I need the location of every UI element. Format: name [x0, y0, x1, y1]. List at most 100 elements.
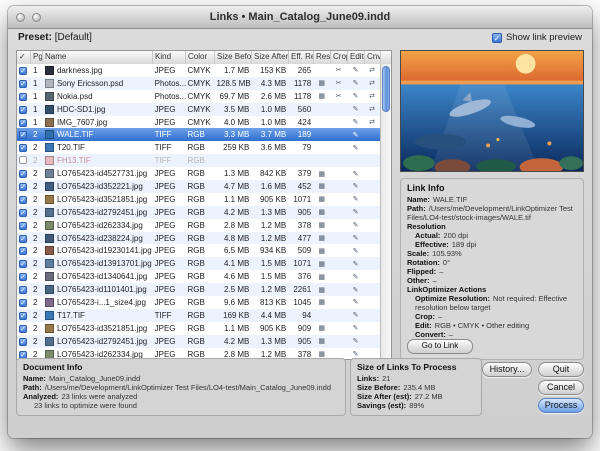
row-size-after: 1.5 MB	[251, 272, 288, 281]
row-checkbox[interactable]: ✓	[17, 92, 31, 101]
row-kind: JPEG	[153, 298, 186, 307]
show-link-preview-checkbox[interactable]: ✓	[492, 33, 502, 43]
row-checkbox[interactable]: ✓	[17, 337, 31, 346]
row-checkbox[interactable]: ✓	[17, 105, 31, 114]
close-button[interactable]	[16, 13, 25, 22]
table-row[interactable]: ✓2LO765423-id3521851.jpgJPEGRGB1.1 MB905…	[17, 322, 380, 335]
row-checkbox[interactable]: ✓	[17, 246, 31, 255]
row-size-after: 905 KB	[251, 324, 288, 333]
header-check[interactable]: ✓	[17, 51, 31, 64]
info-line: Optimize Resolution:Not required: Effect…	[407, 294, 577, 312]
header-color[interactable]: Color	[186, 51, 215, 64]
row-checkbox[interactable]: ✓	[17, 298, 31, 307]
row-checkbox[interactable]: ✓	[17, 143, 31, 152]
res-icon: ▦	[313, 324, 330, 332]
table-row[interactable]: ✓1IMG_7607.jpgJPEGCMYK4.0 MB1.0 MB424✎⇄	[17, 116, 380, 129]
row-size-before: 4.2 MB	[214, 208, 251, 217]
process-button[interactable]: Process	[538, 398, 584, 413]
row-checkbox[interactable]: ✓	[17, 272, 31, 281]
table-row[interactable]: ✓2LO765423-id1101401.jpgJPEGRGB2.5 MB1.2…	[17, 283, 380, 296]
row-checkbox[interactable]: ✓	[17, 130, 31, 139]
row-checkbox[interactable]: ✓	[17, 195, 31, 204]
row-checkbox[interactable]	[17, 156, 31, 166]
table-row[interactable]: ✓1Nokia.psdPhotos...CMYK69.7 MB2.6 MB117…	[17, 90, 380, 103]
row-checkbox[interactable]: ✓	[17, 285, 31, 294]
row-checkbox[interactable]: ✓	[17, 234, 31, 243]
row-checkbox[interactable]: ✓	[17, 118, 31, 127]
file-thumbnail-icon	[45, 337, 54, 346]
header-kind[interactable]: Kind	[153, 51, 186, 64]
minimize-button[interactable]	[32, 13, 41, 22]
table-row[interactable]: ✓2LO765423-id13913701.jpgJPEGRGB4.1 MB1.…	[17, 257, 380, 270]
header-edit[interactable]: Edit	[348, 51, 365, 64]
header-eff-res[interactable]: Eff. Res	[289, 51, 314, 64]
table-row[interactable]: ✓2LO765423-id2792451.jpgJPEGRGB4.2 MB1.3…	[17, 206, 380, 219]
edit-icon: ✎	[347, 92, 364, 100]
row-checkbox[interactable]: ✓	[17, 208, 31, 217]
row-checkbox[interactable]: ✓	[17, 169, 31, 178]
table-row[interactable]: ✓2LO765423-id2792451.jpgJPEGRGB4.2 MB1.3…	[17, 335, 380, 348]
table-row[interactable]: ✓2T20.TIFTIFFRGB259 KB3.6 MB79✎	[17, 141, 380, 154]
show-link-preview-control[interactable]: ✓ Show link preview	[492, 32, 582, 43]
table-row[interactable]: 2FH13.TIFTIFFRGB	[17, 154, 380, 167]
table-row[interactable]: ✓2LO765423-id4527731.jpgJPEGRGB1.3 MB842…	[17, 167, 380, 180]
table-row[interactable]: ✓2LO765423-id1340641.jpgJPEGRGB4.6 MB1.5…	[17, 270, 380, 283]
row-size-after: 905 KB	[251, 195, 288, 204]
history-button[interactable]: History...	[482, 362, 532, 377]
table-row[interactable]: ✓2LO765423-id238224.jpgJPEGRGB4.8 MB1.2 …	[17, 232, 380, 245]
table-row[interactable]: ✓2LO765423-id262334.jpgJPEGRGB2.8 MB1.2 …	[17, 219, 380, 232]
row-size-before: 4.6 MB	[214, 272, 251, 281]
row-name: LO765423-id3521851.jpg	[43, 195, 153, 204]
preset-value[interactable]: [Default]	[55, 32, 92, 43]
title-bar[interactable]: Links • Main_Catalog_June09.indd	[8, 6, 592, 29]
table-row[interactable]: ✓2LO765423-id19230141.jpgJPEGRGB6.5 MB93…	[17, 244, 380, 257]
cancel-button[interactable]: Cancel	[538, 380, 584, 395]
table-row[interactable]: ✓2WALE.TIFTIFFRGB3.3 MB3.7 MB189✎	[17, 128, 380, 141]
row-name: LO765423-id3521851.jpg	[43, 324, 153, 333]
table-row[interactable]: ✓2LO765423-i...1_size4.jpgJPEGRGB9.6 MB8…	[17, 296, 380, 309]
preset-control[interactable]: Preset: [Default]	[18, 32, 92, 43]
row-name: Nokia.psd	[43, 92, 153, 101]
row-checkbox[interactable]: ✓	[17, 66, 31, 75]
res-icon: ▦	[313, 273, 330, 281]
info-line: Name:WALE.TIF	[407, 195, 577, 204]
file-thumbnail-icon	[45, 195, 54, 204]
edit-icon: ✎	[347, 298, 364, 306]
table-row[interactable]: ✓1HDC-SD1.jpgJPEGCMYK3.5 MB1.0 MB560✎⇄	[17, 103, 380, 116]
row-kind: JPEG	[153, 337, 186, 346]
header-size-before[interactable]: Size Before	[215, 51, 252, 64]
quit-button[interactable]: Quit	[538, 362, 584, 377]
links-table-header[interactable]: ✓ Pg Name Kind Color Size Before Size Af…	[17, 51, 391, 65]
edit-icon: ✎	[347, 311, 364, 319]
table-row[interactable]: ✓1darkness.jpgJPEGCMYK1.7 MB153 KB265✂✎⇄	[17, 64, 380, 77]
row-eff-res: 265	[288, 66, 313, 75]
edit-icon: ✎	[347, 105, 364, 113]
row-checkbox[interactable]: ✓	[17, 79, 31, 88]
row-name: LO765423-id13913701.jpg	[43, 259, 153, 268]
row-page: 2	[31, 285, 43, 294]
table-row[interactable]: ✓2T17.TIFTIFFRGB169 KB4.4 MB94✎	[17, 309, 380, 322]
table-scrollbar[interactable]	[380, 64, 391, 359]
row-kind: Photos...	[153, 92, 186, 101]
header-name[interactable]: Name	[43, 51, 153, 64]
row-color: RGB	[186, 259, 215, 268]
row-checkbox[interactable]: ✓	[17, 311, 31, 320]
row-name: LO765423-id2792451.jpg	[43, 337, 153, 346]
header-pg[interactable]: Pg	[31, 51, 43, 64]
scrollbar-thumb[interactable]	[382, 66, 390, 112]
header-size-after[interactable]: Size After	[252, 51, 289, 64]
row-checkbox[interactable]: ✓	[17, 259, 31, 268]
header-crop[interactable]: Crop	[331, 51, 348, 64]
header-res[interactable]: Res	[314, 51, 331, 64]
row-checkbox[interactable]: ✓	[17, 324, 31, 333]
row-checkbox[interactable]: ✓	[17, 221, 31, 230]
row-kind: JPEG	[153, 285, 186, 294]
row-checkbox[interactable]: ✓	[17, 182, 31, 191]
table-row[interactable]: ✓1Sony Ericsson.psdPhotos...CMYK128.5 MB…	[17, 77, 380, 90]
table-row[interactable]: ✓2LO765423-id352221.jpgJPEGRGB4.7 MB1.6 …	[17, 180, 380, 193]
size-panel-title: Size of Links To Process	[357, 362, 475, 372]
go-to-link-button[interactable]: Go to Link	[407, 339, 473, 354]
row-color: RGB	[186, 130, 215, 139]
header-cnv[interactable]: Cnv	[365, 51, 381, 64]
table-row[interactable]: ✓2LO765423-id3521851.jpgJPEGRGB1.1 MB905…	[17, 193, 380, 206]
